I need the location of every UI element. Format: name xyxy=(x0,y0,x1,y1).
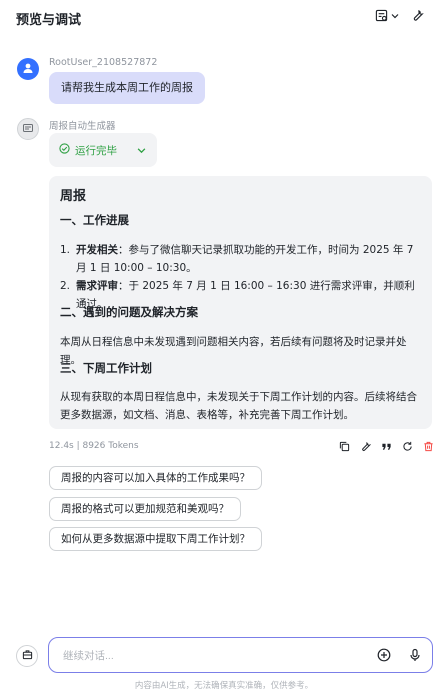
list-item-text: ：参与了微信聊天记录抓取功能的开发工作，时间为 2025 年 7 月 1 日 1… xyxy=(76,244,414,274)
list-item-keyword: 开发相关 xyxy=(76,244,118,256)
bot-avatar xyxy=(17,118,39,140)
list-item-number: 1. xyxy=(60,244,71,256)
user-name: RootUser_2108527872 xyxy=(49,57,158,68)
check-circle-icon xyxy=(59,143,70,157)
report-title: 周报 xyxy=(60,189,87,204)
user-icon xyxy=(22,62,34,77)
user-message-bubble: 请帮我生成本周工作的周报 xyxy=(49,72,205,104)
chevron-down-icon xyxy=(137,145,146,158)
list-item: 1. 开发相关：参与了微信聊天记录抓取功能的开发工作，时间为 2025 年 7 … xyxy=(60,241,420,277)
report-card: 周报 一、工作进展 1. 开发相关：参与了微信聊天记录抓取功能的开发工作，时间为… xyxy=(49,176,432,429)
section-heading-issues: 二、遇到的问题及解决方案 xyxy=(60,305,198,319)
delete-icon[interactable] xyxy=(422,440,435,453)
settings-button[interactable] xyxy=(411,9,424,22)
debug-panel-icon xyxy=(375,9,388,22)
ai-disclaimer: 内容由AI生成，无法确保真实准确，仅供参考。 xyxy=(134,681,314,691)
section-text-plan: 从现有获取的本周日程信息中，未发现关于下周工作计划的内容。后续将结合更多数据源，… xyxy=(60,391,417,421)
toolbox-icon xyxy=(22,649,33,663)
edit-icon[interactable] xyxy=(359,440,372,453)
response-meta: 12.4s | 8926 Tokens xyxy=(49,441,139,451)
microphone-icon[interactable] xyxy=(408,648,422,665)
copy-icon[interactable] xyxy=(338,440,351,453)
debug-view-dropdown[interactable] xyxy=(375,9,399,22)
toolbox-button[interactable] xyxy=(16,645,38,667)
suggestion-chip[interactable]: 如何从更多数据源中提取下周工作计划？ xyxy=(49,527,262,551)
chat-input-box xyxy=(48,637,433,673)
bot-name: 周报自动生成器 xyxy=(49,121,116,132)
run-status-label: 运行完毕 xyxy=(75,144,117,157)
run-status-toggle[interactable]: 运行完毕 xyxy=(49,133,157,167)
user-avatar xyxy=(17,58,39,80)
add-circle-icon[interactable] xyxy=(377,648,391,665)
regenerate-icon[interactable] xyxy=(401,440,414,453)
list-item-keyword: 需求评审 xyxy=(76,280,118,292)
suggestion-chip[interactable]: 周报的格式可以更加规范和美观吗？ xyxy=(49,497,241,521)
quote-icon[interactable] xyxy=(380,440,393,453)
chevron-down-icon xyxy=(391,12,399,20)
page-title: 预览与调试 xyxy=(16,13,82,28)
section-heading-plan: 三、下周工作计划 xyxy=(60,361,152,375)
message-actions xyxy=(338,440,435,453)
chat-input[interactable] xyxy=(63,647,363,665)
section-heading-progress: 一、工作进展 xyxy=(60,213,129,227)
settings-wrench-icon xyxy=(411,9,424,22)
header: 预览与调试 xyxy=(0,0,448,34)
bot-icon xyxy=(22,122,34,137)
suggestion-chip[interactable]: 周报的内容可以加入具体的工作成果吗？ xyxy=(49,466,262,490)
